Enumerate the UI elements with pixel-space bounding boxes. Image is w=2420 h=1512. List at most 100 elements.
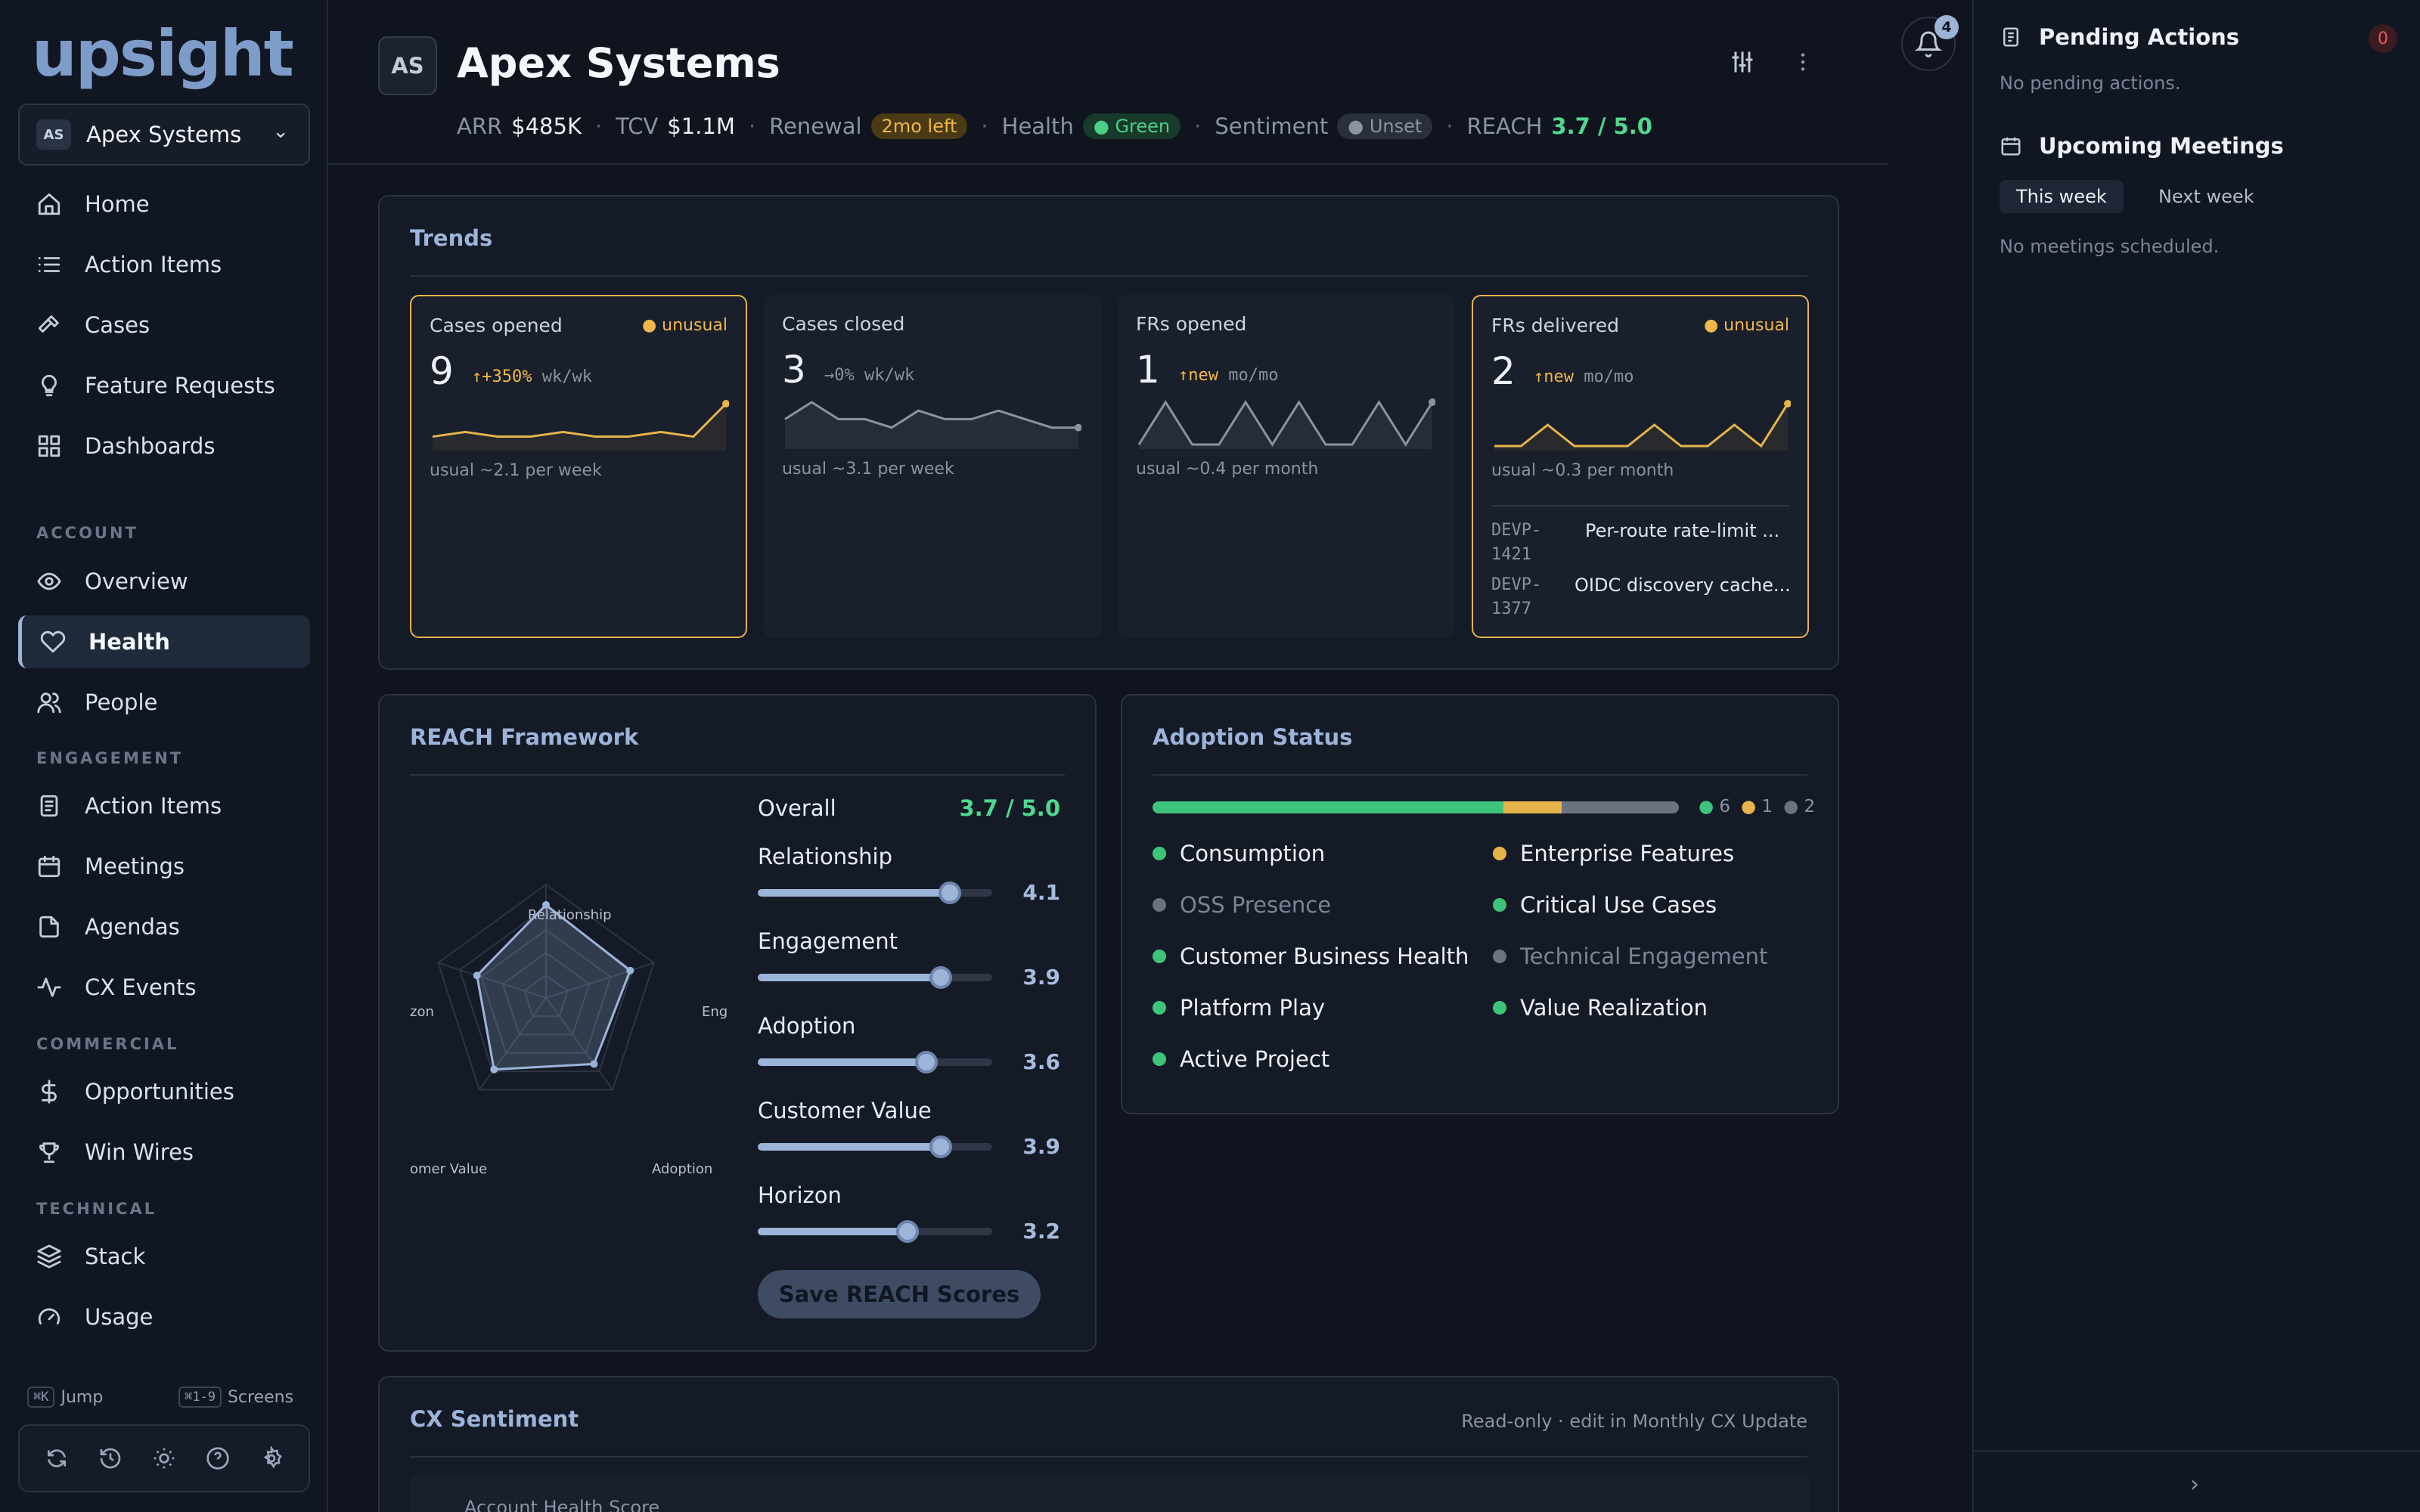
settings-icon[interactable] <box>259 1446 284 1470</box>
sidebar-item-win-wires[interactable]: Win Wires <box>18 1126 310 1179</box>
jump-label: Jump <box>60 1387 104 1407</box>
meetings-empty-text: No meetings scheduled. <box>2000 236 2220 257</box>
adoption-progress-bar <box>1153 801 1679 813</box>
history-icon[interactable] <box>98 1446 123 1470</box>
sidebar-item-cases[interactable]: Cases <box>18 299 310 352</box>
trend-period: mo/mo <box>1228 366 1279 385</box>
reach-score: 3.7 / 5.0 <box>1551 113 1652 139</box>
sparkline <box>1494 400 1791 451</box>
score-slider-handle[interactable] <box>939 881 962 904</box>
sidebar-toolbar <box>18 1424 310 1492</box>
account-switcher[interactable]: AS Apex Systems ⌄ <box>18 104 310 166</box>
fr-id[interactable]: DEVP-1421 <box>1491 519 1552 567</box>
adoption-item-label: Enterprise Features <box>1520 841 1735 866</box>
trend-value: 2 <box>1491 349 1516 393</box>
trend-usual: usual ~0.4 per month <box>1136 460 1319 479</box>
account-health-score-label: Account Health Score <box>464 1497 660 1512</box>
trend-usual: usual ~2.1 per week <box>430 461 602 480</box>
score-name: Adoption <box>758 1013 856 1039</box>
sidebar-item-agendas[interactable]: Agendas <box>18 900 310 953</box>
sliders-icon[interactable] <box>1729 48 1756 76</box>
health-label: Health <box>1001 113 1074 139</box>
activity-icon <box>37 978 61 997</box>
score-slider-handle[interactable] <box>929 966 952 989</box>
sidebar-item-meetings[interactable]: Meetings <box>18 840 310 893</box>
reach-score-row: Adoption 3.6 <box>758 1013 1060 1074</box>
amber-count: ● 1 <box>1741 797 1773 816</box>
tab-this-week[interactable]: This week <box>2000 180 2124 213</box>
hammer-icon <box>38 315 59 333</box>
reach-label: REACH <box>1466 113 1543 139</box>
reach-score-row: Horizon 3.2 <box>758 1182 1060 1244</box>
trend-card[interactable]: Cases closed 3 →0% wk/wk usual ~3.1 per wee… <box>764 295 1101 638</box>
sidebar-item-opportunities[interactable]: Opportunities <box>18 1065 310 1118</box>
notifications-button[interactable]: 4 <box>1901 15 1959 71</box>
fr-title[interactable]: Per-route rate-limit ... <box>1585 520 1779 541</box>
trend-card[interactable]: FRs opened 1 ↑new mo/mo usual ~0.4 per mont… <box>1118 295 1455 638</box>
score-slider-track[interactable] <box>758 1143 992 1151</box>
status-dot <box>1153 1001 1166 1015</box>
pending-count-badge: 0 <box>2369 24 2397 53</box>
account-metrics: ARR $485K · TCV $1.1M · Renewal 2mo left · … <box>457 113 1652 139</box>
trend-usual: usual ~3.1 per week <box>782 460 954 479</box>
sidebar-item-action-items[interactable]: Action Items <box>18 238 310 291</box>
reach-title: REACH Framework <box>410 724 639 750</box>
score-slider-track[interactable] <box>758 1228 992 1235</box>
adoption-item: Consumption <box>1153 841 1325 866</box>
sidebar-item-usage[interactable]: Usage <box>18 1290 310 1343</box>
sidebar-item-home[interactable]: Home <box>18 178 310 231</box>
sidebar-item-action-items[interactable]: Action Items <box>18 779 310 832</box>
trophy-icon <box>39 1142 59 1163</box>
sidebar-item-label: Opportunities <box>85 1079 234 1105</box>
trend-label: FRs opened <box>1136 313 1247 335</box>
score-slider-track[interactable] <box>758 974 992 981</box>
sidebar-item-label: Win Wires <box>85 1139 194 1165</box>
sidebar-item-health[interactable]: Health <box>18 615 310 668</box>
sidebar-item-cx-events[interactable]: CX Events <box>18 961 310 1014</box>
header-actions <box>1729 48 1815 76</box>
save-reach-button[interactable]: Save REACH Scores <box>758 1270 1041 1318</box>
fr-id[interactable]: DEVP-1377 <box>1491 573 1552 621</box>
refresh-icon[interactable] <box>45 1446 69 1470</box>
lightbulb-icon <box>42 374 57 397</box>
trend-card[interactable]: Cases opened ● unusual 9 ↑+350% wk/wk usual … <box>410 295 747 638</box>
sidebar-item-label: Dashboards <box>85 433 216 459</box>
fr-title[interactable]: OIDC discovery cache... <box>1575 575 1791 596</box>
score-slider-handle[interactable] <box>929 1136 952 1158</box>
sidebar-item-feature-requests[interactable]: Feature Requests <box>18 359 310 412</box>
calendar-icon <box>2001 137 2021 156</box>
adoption-segment-green <box>1153 801 1503 813</box>
score-slider-track[interactable] <box>758 1058 992 1066</box>
status-dot <box>1493 1001 1506 1015</box>
sidebar-item-stack[interactable]: Stack <box>18 1230 310 1283</box>
trend-delta-value: ↑new <box>1178 366 1218 385</box>
help-icon[interactable] <box>206 1446 230 1470</box>
trend-label: FRs delivered <box>1491 314 1620 336</box>
adoption-item: Customer Business Health <box>1153 943 1469 969</box>
grid-icon <box>38 435 60 457</box>
radar-label-relationship: Relationship <box>528 907 612 923</box>
heart-icon <box>40 631 66 653</box>
sidebar: upsight AS Apex Systems ⌄ Home Action Ite… <box>0 0 328 1512</box>
unusual-badge: ● unusual <box>1703 316 1789 335</box>
sidebar-item-people[interactable]: People <box>18 676 310 729</box>
score-slider-handle[interactable] <box>915 1051 939 1074</box>
jump-shortcut[interactable]: ⌘K Jump <box>27 1387 103 1408</box>
document-icon <box>40 795 58 817</box>
sidebar-item-overview[interactable]: Overview <box>18 555 310 608</box>
score-slider-handle[interactable] <box>896 1220 920 1243</box>
adoption-item-label: Critical Use Cases <box>1520 892 1717 918</box>
trend-card[interactable]: FRs delivered ● unusual 2 ↑new mo/mo usual ~… <box>1472 295 1809 638</box>
adoption-item: Platform Play <box>1153 995 1325 1021</box>
sun-icon[interactable] <box>152 1446 176 1470</box>
trend-label: Cases closed <box>782 313 905 335</box>
sidebar-item-dashboards[interactable]: Dashboards <box>18 420 310 472</box>
cx-row: Account Health Score <box>410 1476 1810 1512</box>
screens-shortcut[interactable]: ⌘1-9 Screens <box>178 1387 293 1408</box>
sidebar-item-label: Home <box>85 191 150 217</box>
sparkline <box>1137 398 1435 449</box>
more-vertical-icon[interactable] <box>1791 50 1815 74</box>
tab-next-week[interactable]: Next week <box>2142 180 2271 213</box>
score-name: Relationship <box>758 844 893 869</box>
collapse-chevron-icon[interactable]: › <box>2190 1471 2199 1498</box>
